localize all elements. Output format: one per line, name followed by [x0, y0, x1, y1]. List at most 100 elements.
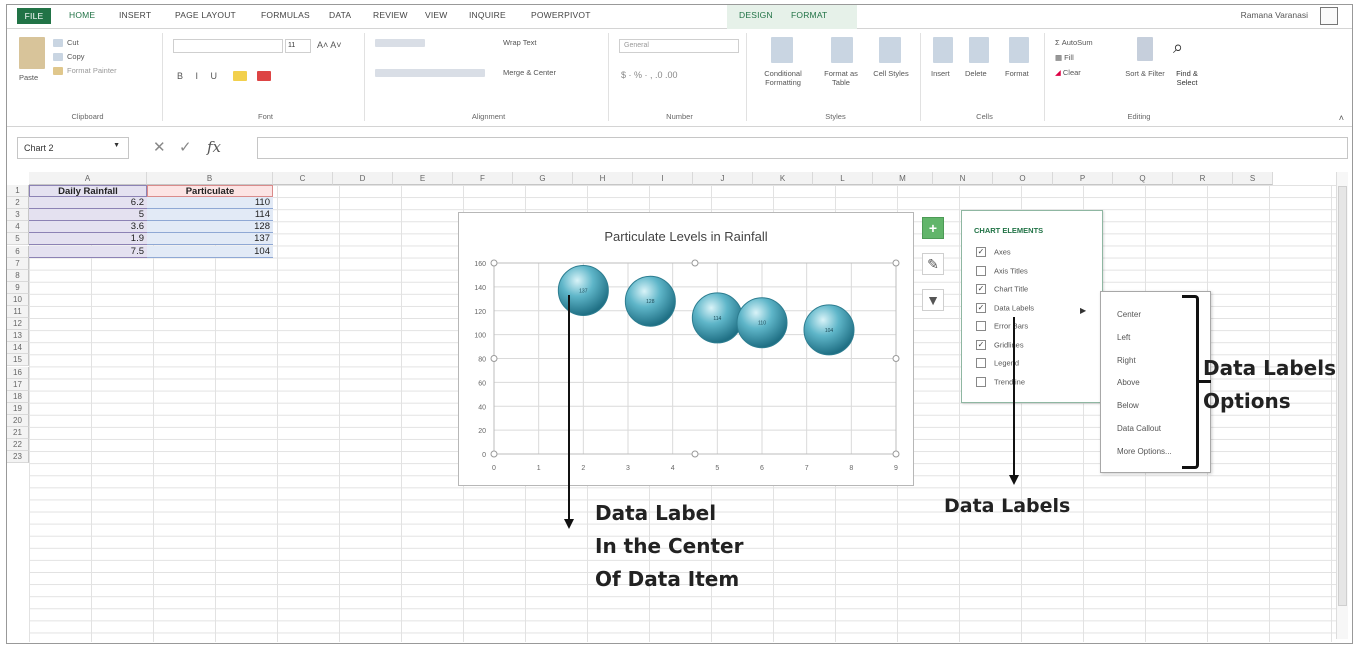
checkbox-unchecked-icon[interactable] [976, 358, 986, 369]
user-name[interactable]: Ramana Varanasi [1241, 10, 1308, 20]
chart-elements-button[interactable]: + [922, 217, 944, 239]
data-label-option[interactable]: Right [1117, 356, 1136, 365]
column-header[interactable]: M [873, 172, 933, 185]
checkbox-checked-icon[interactable]: ✓ [976, 302, 986, 313]
data-label-option[interactable]: More Options... [1117, 447, 1172, 456]
selection-handle[interactable] [892, 355, 900, 362]
font-size-select[interactable]: 11 [285, 39, 311, 53]
fill-color-icon[interactable] [233, 71, 247, 81]
chart-element-item[interactable]: ✓ Axes [976, 247, 1011, 259]
bold-italic-underline-icons[interactable]: B I U [177, 71, 222, 81]
column-header[interactable]: A [29, 172, 147, 185]
format-cells-button[interactable]: Format [1005, 69, 1029, 78]
column-header[interactable]: Q [1113, 172, 1173, 185]
selection-handle[interactable] [892, 450, 900, 458]
name-box-dropdown-icon[interactable]: ▼ [113, 142, 120, 149]
formula-input[interactable] [257, 137, 1348, 159]
row-header[interactable]: 10 [7, 293, 29, 306]
data-label[interactable]: 110 [758, 321, 766, 327]
tab-design[interactable]: DESIGN [739, 10, 773, 20]
submenu-arrow-icon[interactable]: ▶ [1080, 306, 1086, 315]
column-header[interactable]: I [633, 172, 693, 185]
data-label-option[interactable]: Data Callout [1117, 424, 1161, 433]
tab-page-layout[interactable]: PAGE LAYOUT [175, 10, 236, 20]
clear-button[interactable]: ◢ Clear [1055, 68, 1081, 77]
number-format-select[interactable]: General [619, 39, 739, 53]
copy-icon[interactable] [53, 53, 63, 61]
data-label-option[interactable]: Center [1117, 310, 1141, 319]
row-header[interactable]: 2 [7, 197, 29, 210]
chart-element-item[interactable]: ✓ Chart Title [976, 284, 1028, 296]
tab-format[interactable]: FORMAT [791, 10, 827, 20]
row-header[interactable]: 6 [7, 245, 29, 258]
column-header[interactable]: E [393, 172, 453, 185]
data-label[interactable]: 128 [646, 299, 655, 305]
row-header[interactable]: 17 [7, 378, 29, 391]
align-top-icons[interactable] [375, 39, 425, 47]
wrap-text-button[interactable]: Wrap Text [503, 38, 537, 47]
data-label[interactable]: 104 [825, 328, 834, 334]
row-header[interactable]: 9 [7, 281, 29, 294]
row-header[interactable]: 13 [7, 330, 29, 343]
grow-font-icon[interactable]: A˄ A˅ [317, 40, 342, 50]
chart-element-item[interactable]: ✓ Data Labels [976, 302, 1034, 315]
checkbox-checked-icon[interactable]: ✓ [976, 247, 986, 258]
row-header[interactable]: 21 [7, 427, 29, 440]
table-header[interactable]: Particulate [147, 185, 273, 197]
column-header[interactable]: C [273, 172, 333, 185]
cut-button[interactable]: Cut [67, 38, 79, 47]
cut-icon[interactable] [53, 39, 63, 47]
paste-icon[interactable] [19, 37, 45, 69]
column-header[interactable]: R [1173, 172, 1233, 185]
chart-element-item[interactable]: Trendline [976, 376, 1025, 389]
fill-button[interactable]: ▦ Fill [1055, 53, 1074, 62]
row-header[interactable]: 11 [7, 306, 29, 319]
cancel-icon[interactable]: ✕ [153, 138, 166, 156]
align-horizontal-icons[interactable] [375, 69, 485, 77]
checkbox-unchecked-icon[interactable] [976, 265, 986, 276]
checkbox-unchecked-icon[interactable] [976, 376, 986, 387]
column-header[interactable]: P [1053, 172, 1113, 185]
row-header[interactable]: 19 [7, 402, 29, 415]
checkbox-unchecked-icon[interactable] [976, 321, 986, 332]
enter-icon[interactable]: ✓ [179, 138, 192, 156]
column-header[interactable]: F [453, 172, 513, 185]
chart-styles-brush-icon[interactable]: ✎ [922, 253, 944, 275]
tab-view[interactable]: VIEW [425, 10, 448, 20]
font-name-select[interactable] [173, 39, 283, 53]
sort-filter-button[interactable]: Sort & Filter [1125, 69, 1165, 78]
autosum-button[interactable]: Σ AutoSum [1055, 38, 1093, 47]
tab-review[interactable]: REVIEW [373, 10, 408, 20]
column-header[interactable]: K [753, 172, 813, 185]
column-header[interactable]: J [693, 172, 753, 185]
user-avatar-icon[interactable] [1320, 7, 1338, 25]
conditional-formatting-icon[interactable] [771, 37, 793, 63]
data-label-option[interactable]: Left [1117, 333, 1130, 342]
checkbox-checked-icon[interactable]: ✓ [976, 284, 986, 295]
checkbox-checked-icon[interactable]: ✓ [976, 339, 986, 350]
table-cell[interactable]: 1.9 [29, 233, 147, 246]
data-label-option[interactable]: Below [1117, 401, 1139, 410]
chart-filters-icon[interactable]: ▼ [922, 289, 944, 311]
table-cell[interactable]: 114 [147, 209, 273, 222]
column-header[interactable]: B [147, 172, 273, 185]
column-header[interactable]: D [333, 172, 393, 185]
selection-handle[interactable] [892, 259, 900, 267]
table-cell[interactable]: 5 [29, 209, 147, 222]
delete-cells-button[interactable]: Delete [965, 69, 987, 78]
row-header[interactable]: 18 [7, 390, 29, 403]
chart-element-item[interactable]: ✓ Gridlines [976, 339, 1024, 352]
selection-handle[interactable] [490, 450, 498, 458]
sort-filter-icon[interactable] [1137, 37, 1153, 61]
table-cell[interactable]: 3.6 [29, 221, 147, 234]
cell-styles-icon[interactable] [879, 37, 901, 63]
merge-center-button[interactable]: Merge & Center [503, 68, 556, 77]
copy-button[interactable]: Copy [67, 52, 85, 61]
table-cell[interactable]: 104 [147, 245, 273, 258]
row-header[interactable]: 14 [7, 342, 29, 355]
insert-function-icon[interactable]: fx [207, 138, 221, 156]
column-header[interactable]: O [993, 172, 1053, 185]
row-header[interactable]: 23 [7, 451, 29, 464]
scroll-thumb[interactable] [1338, 186, 1347, 606]
insert-cells-button[interactable]: Insert [931, 69, 950, 78]
